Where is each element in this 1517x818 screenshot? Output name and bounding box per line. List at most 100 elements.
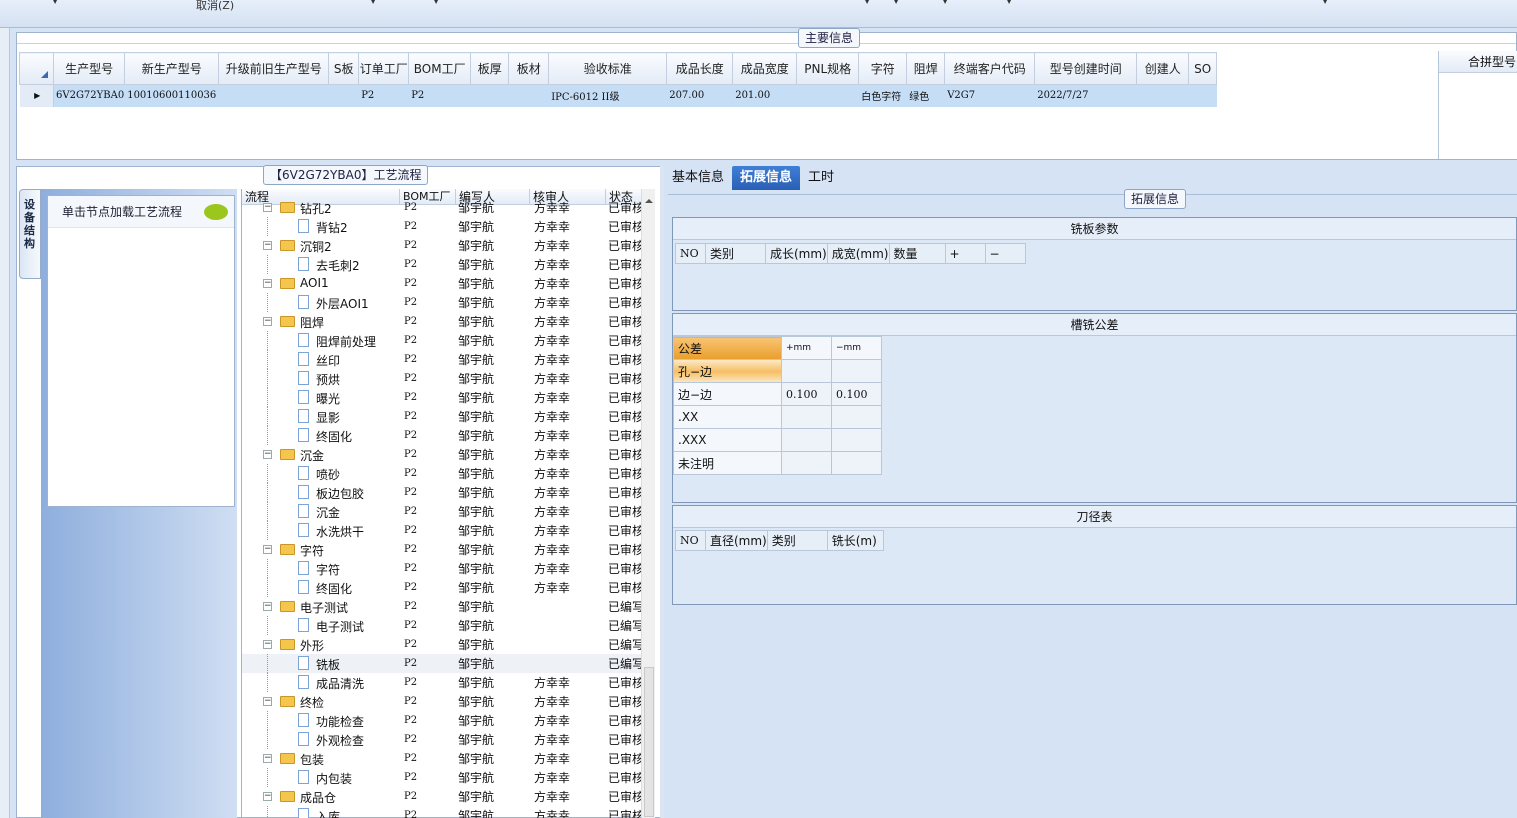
tree-node[interactable]: 外层AOI1 (242, 293, 400, 312)
collapse-toggle-icon[interactable]: − (263, 792, 272, 801)
scroll-thumb[interactable] (644, 667, 654, 817)
device-structure-tab[interactable]: 设备结构 (19, 189, 41, 279)
slot-tolerance-table[interactable]: 公差 +mm −mm 孔−边 边−边 0.100 0.100 .XX .XXX 未注明 (673, 336, 882, 475)
collapse-toggle-icon[interactable]: − (263, 545, 272, 554)
tab-extended-info[interactable]: 拓展信息 (732, 166, 801, 190)
tree-node[interactable]: − 包装 (242, 749, 400, 768)
tab-work-hours[interactable]: 工时 (800, 166, 842, 190)
tree-node[interactable]: 喷砂 (242, 464, 400, 483)
main-col-header[interactable]: 终端客户代码 (944, 52, 1036, 85)
tree-node[interactable]: 丝印 (242, 350, 400, 369)
tree-node[interactable]: − 外形 (242, 635, 400, 654)
tree-node[interactable]: − 钻孔2 (242, 198, 400, 217)
tree-node[interactable]: 入库 (242, 806, 400, 818)
tree-node[interactable]: 预烘 (242, 369, 400, 388)
tool-col-header[interactable]: 直径(mm) (705, 530, 768, 551)
main-cell[interactable]: IPC-6012 II级 (548, 84, 668, 107)
tree-row[interactable]: − 终检 P2 邹宇航 方幸幸 已审核 (242, 692, 655, 711)
tree-row[interactable]: 内包装 P2 邹宇航 方幸幸 已审核 (242, 768, 655, 787)
main-col-header[interactable]: S板 (328, 52, 360, 85)
tree-row[interactable]: 入库 P2 邹宇航 方幸幸 已审核 (242, 806, 655, 818)
main-cell[interactable] (218, 84, 330, 107)
main-cell[interactable] (796, 84, 860, 107)
main-cell[interactable]: V2G7 (944, 84, 1036, 107)
collapse-toggle-icon[interactable]: − (263, 203, 272, 212)
tree-node[interactable]: 阻焊前处理 (242, 331, 400, 350)
tree-row[interactable]: − 字符 P2 邹宇航 方幸幸 已审核 (242, 540, 655, 559)
milling-col-header[interactable]: − (984, 243, 1026, 264)
collapse-toggle-icon[interactable]: − (263, 754, 272, 763)
tolerance-minus-cell[interactable] (831, 359, 882, 383)
dropdown-arrow-icon[interactable]: ▼ (942, 0, 948, 5)
tree-row[interactable]: 成品清洗 P2 邹宇航 方幸幸 已审核 (242, 673, 655, 692)
tree-scrollbar[interactable] (641, 189, 655, 818)
main-col-header[interactable]: PNL规格 (796, 52, 860, 85)
tree-row[interactable]: 终固化 P2 邹宇航 方幸幸 已审核 (242, 426, 655, 445)
main-col-header[interactable]: 型号创建时间 (1034, 52, 1138, 85)
tree-node[interactable]: 沉金 (242, 502, 400, 521)
cancel-button[interactable]: 取消(Z) (196, 0, 234, 13)
main-col-header[interactable]: 验收标准 (548, 52, 668, 85)
main-col-header[interactable]: SO (1188, 52, 1218, 85)
main-col-header[interactable]: 生产型号 (52, 52, 126, 85)
dropdown-arrow-icon[interactable]: ▼ (370, 0, 376, 5)
tree-node[interactable]: 板边包胶 (242, 483, 400, 502)
dropdown-arrow-icon[interactable]: ▼ (864, 0, 870, 5)
dropdown-arrow-icon[interactable]: ▼ (1322, 0, 1328, 5)
collapse-toggle-icon[interactable]: − (263, 450, 272, 459)
main-cell[interactable] (328, 84, 360, 107)
collapse-toggle-icon[interactable]: − (263, 602, 272, 611)
tolerance-minus-cell[interactable] (831, 451, 882, 475)
main-col-header[interactable]: 板厚 (470, 52, 510, 85)
tree-row[interactable]: 预烘 P2 邹宇航 方幸幸 已审核 (242, 369, 655, 388)
milling-col-header[interactable]: + (944, 243, 986, 264)
tool-col-header[interactable]: NO (675, 530, 706, 551)
tree-row[interactable]: 外层AOI1 P2 邹宇航 方幸幸 已审核 (242, 293, 655, 312)
tolerance-plus-cell[interactable]: 0.100 (781, 382, 832, 406)
tree-node[interactable]: 铣板 (242, 654, 400, 673)
tree-row[interactable]: 喷砂 P2 邹宇航 方幸幸 已审核 (242, 464, 655, 483)
scroll-up-icon[interactable] (645, 195, 653, 203)
tree-node[interactable]: − 沉铜2 (242, 236, 400, 255)
tree-row[interactable]: 显影 P2 邹宇航 方幸幸 已审核 (242, 407, 655, 426)
tree-node[interactable]: − 成品仓 (242, 787, 400, 806)
main-cell[interactable] (508, 84, 550, 107)
tree-node[interactable]: 背钻2 (242, 217, 400, 236)
main-cell[interactable]: P2 (358, 84, 410, 107)
main-col-header[interactable]: 成品长度 (666, 52, 734, 85)
collapse-toggle-icon[interactable]: − (263, 697, 272, 706)
tree-row[interactable]: − 沉金 P2 邹宇航 方幸幸 已审核 (242, 445, 655, 464)
tree-row[interactable]: 铣板 P2 邹宇航 已编写 (242, 654, 655, 673)
milling-col-header[interactable]: NO (675, 243, 706, 264)
tree-node[interactable]: − AOI1 (242, 274, 400, 293)
tolerance-row[interactable]: .XXX (673, 428, 882, 452)
main-cell[interactable]: 绿色 (906, 84, 946, 107)
tree-row[interactable]: 背钻2 P2 邹宇航 方幸幸 已审核 (242, 217, 655, 236)
main-cell[interactable] (1136, 84, 1190, 107)
tree-row[interactable]: 去毛刺2 P2 邹宇航 方幸幸 已审核 (242, 255, 655, 274)
dropdown-arrow-icon[interactable]: ▼ (1006, 0, 1012, 5)
main-cell[interactable]: 201.00 (732, 84, 798, 107)
main-col-header[interactable]: 阻焊 (906, 52, 946, 85)
tree-node[interactable]: − 字符 (242, 540, 400, 559)
tree-row[interactable]: 阻焊前处理 P2 邹宇航 方幸幸 已审核 (242, 331, 655, 350)
tree-node[interactable]: 终固化 (242, 578, 400, 597)
tree-row[interactable]: 曝光 P2 邹宇航 方幸幸 已审核 (242, 388, 655, 407)
tree-node[interactable]: 水洗烘干 (242, 521, 400, 540)
tolerance-plus-cell[interactable] (781, 451, 832, 475)
milling-params-table[interactable]: NO 类别 成长(mm) 成宽(mm) 数量 + − (675, 243, 1026, 264)
tree-row[interactable]: − 成品仓 P2 邹宇航 方幸幸 已审核 (242, 787, 655, 806)
tool-col-header[interactable]: 类别 (766, 530, 828, 551)
dropdown-arrow-icon[interactable]: ▼ (893, 0, 899, 5)
tool-diameter-table[interactable]: NO 直径(mm) 类别 铣长(m) (675, 530, 884, 551)
tree-row[interactable]: 电子测试 P2 邹宇航 已编写 (242, 616, 655, 635)
main-cell[interactable]: 10010600110036 (124, 84, 220, 107)
tree-node[interactable]: 内包装 (242, 768, 400, 787)
tree-row[interactable]: − 包装 P2 邹宇航 方幸幸 已审核 (242, 749, 655, 768)
grid-data-row[interactable]: ▶ 6V2G72YBA0 10010600110036 P2 P2 IPC-6012 II… (19, 84, 1218, 107)
tree-node[interactable]: 终固化 (242, 426, 400, 445)
tolerance-minus-cell[interactable] (831, 405, 882, 429)
tree-node[interactable]: 字符 (242, 559, 400, 578)
main-col-header[interactable]: 新生产型号 (124, 52, 220, 85)
tolerance-minus-cell[interactable] (831, 428, 882, 452)
